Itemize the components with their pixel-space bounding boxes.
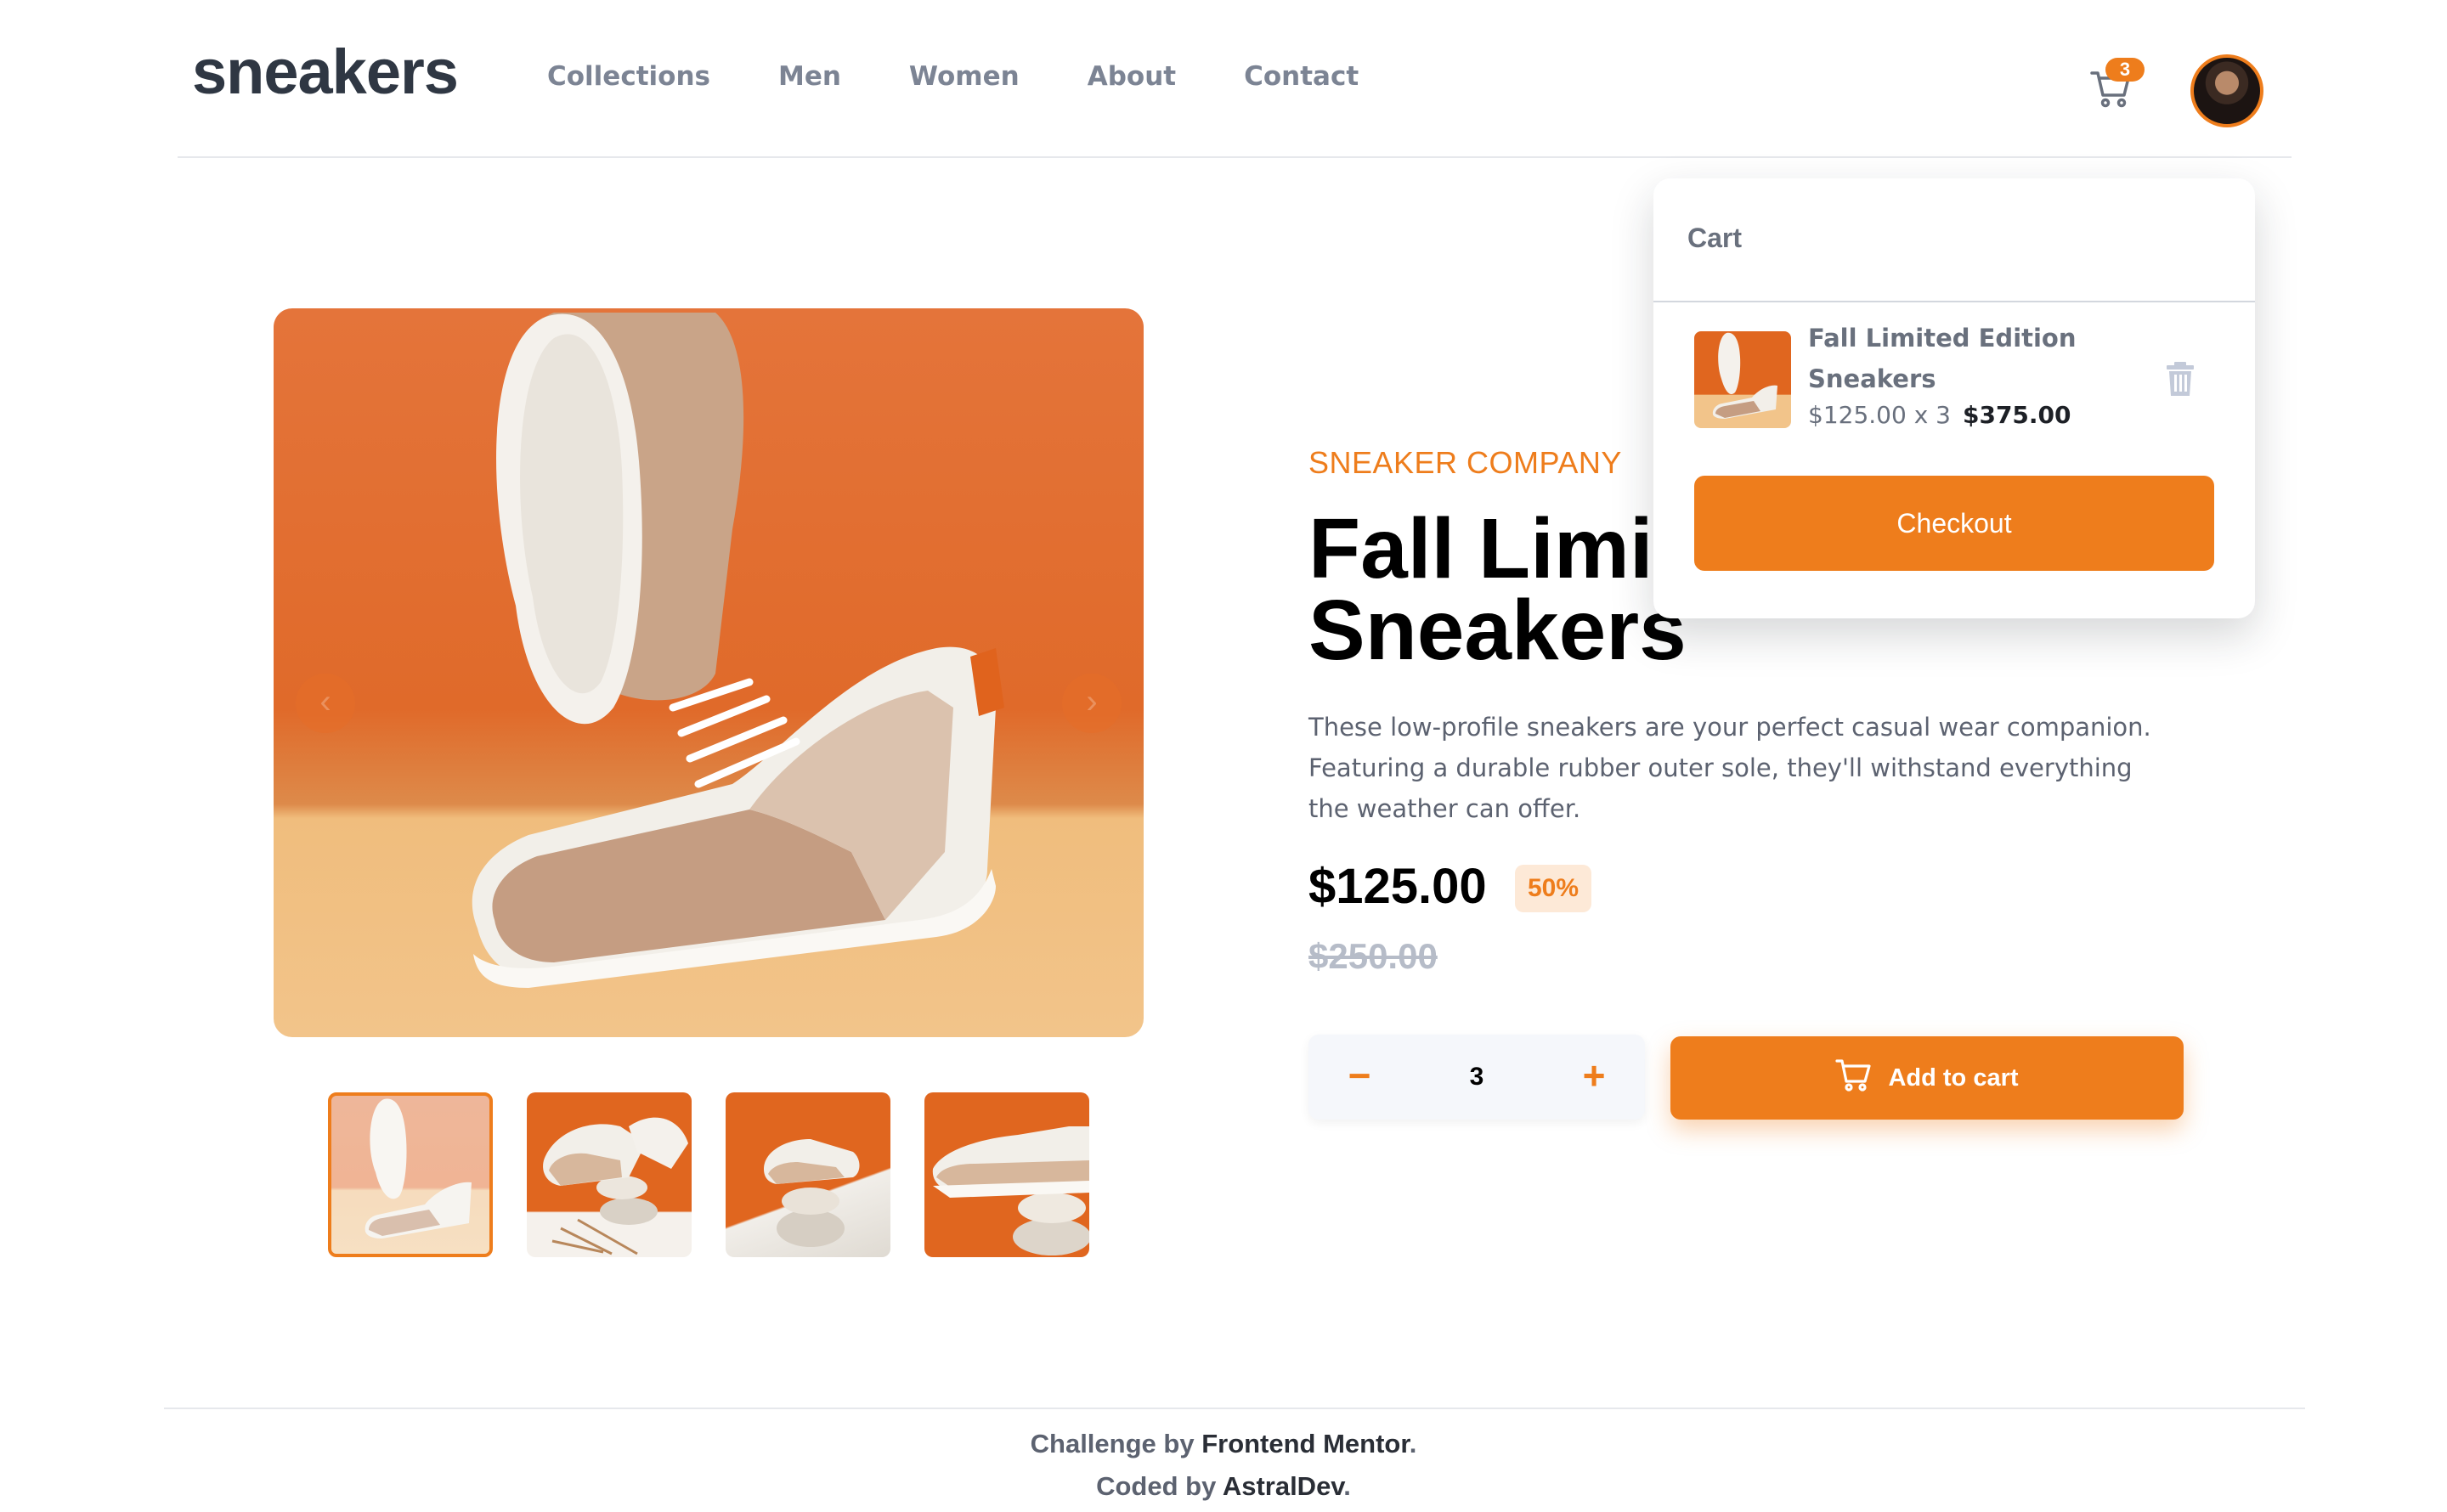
thumbnail-list — [328, 1092, 1089, 1257]
nav-men[interactable]: Men — [778, 61, 841, 92]
cart-heading: Cart — [1687, 223, 1743, 253]
nav-women[interactable]: Women — [909, 61, 1020, 92]
site-logo[interactable]: sneakers — [192, 36, 459, 108]
nav-collections[interactable]: Collections — [547, 61, 710, 92]
nav-about[interactable]: About — [1088, 61, 1176, 92]
thumbnail-1[interactable] — [328, 1092, 493, 1257]
cart-item-thumbnail — [1694, 331, 1791, 428]
quantity-value: 3 — [1469, 1063, 1484, 1091]
cart-count-badge: 3 — [2105, 58, 2145, 82]
header-divider — [178, 156, 2292, 158]
trash-icon[interactable] — [2165, 362, 2196, 396]
next-arrow-icon[interactable]: › — [1062, 674, 1122, 733]
coder-link[interactable]: AstralDev — [1223, 1471, 1343, 1501]
cart-dropdown: Cart Fall Limited Edition Sneakers $125.… — [1653, 178, 2255, 618]
cart-item-total: $375.00 — [1962, 401, 2071, 429]
thumbnail-2[interactable] — [527, 1092, 692, 1257]
cart-item-calc: $125.00 x 3 — [1808, 401, 1951, 429]
minus-icon[interactable]: − — [1325, 1035, 1393, 1120]
cart-item-price: $125.00 x 3 $375.00 — [1808, 401, 2071, 429]
discount-badge: 50% — [1515, 865, 1591, 912]
prev-arrow-icon[interactable]: ‹ — [296, 674, 355, 733]
product-description: These low-profile sneakers are your perf… — [1308, 713, 2151, 823]
cart-icon — [1835, 1058, 1873, 1098]
add-to-cart-button[interactable]: Add to cart — [1670, 1036, 2184, 1120]
footer-credit-coder: Coded by AstralDev. — [1096, 1471, 1351, 1501]
footer-challenge-prefix: Challenge by — [1030, 1429, 1195, 1458]
nav-contact[interactable]: Contact — [1244, 61, 1359, 92]
original-price: $250.00 — [1308, 936, 1438, 976]
footer-credit-challenge: Challenge by Frontend Mentor. — [1030, 1429, 1417, 1458]
quantity-stepper: − 3 + — [1308, 1035, 1645, 1120]
current-price: $125.00 — [1308, 859, 1487, 914]
add-to-cart-label: Add to cart — [1888, 1063, 2019, 1092]
footer-coder-prefix: Coded by — [1096, 1471, 1217, 1501]
thumbnail-3[interactable] — [726, 1092, 890, 1257]
cart-item-name: Fall Limited Edition Sneakers — [1808, 324, 2077, 393]
thumbnail-4[interactable] — [924, 1092, 1089, 1257]
company-name: SNEAKER COMPANY — [1308, 445, 1622, 480]
avatar[interactable] — [2190, 54, 2263, 127]
footer-divider — [164, 1408, 2305, 1409]
checkout-button[interactable]: Checkout — [1694, 476, 2214, 571]
main-product-image — [274, 308, 1144, 1037]
plus-icon[interactable]: + — [1560, 1035, 1628, 1120]
cart-divider — [1653, 301, 2255, 302]
main-nav: Collections Men Women About Contact — [547, 61, 1359, 92]
frontend-mentor-link[interactable]: Frontend Mentor — [1201, 1429, 1410, 1458]
